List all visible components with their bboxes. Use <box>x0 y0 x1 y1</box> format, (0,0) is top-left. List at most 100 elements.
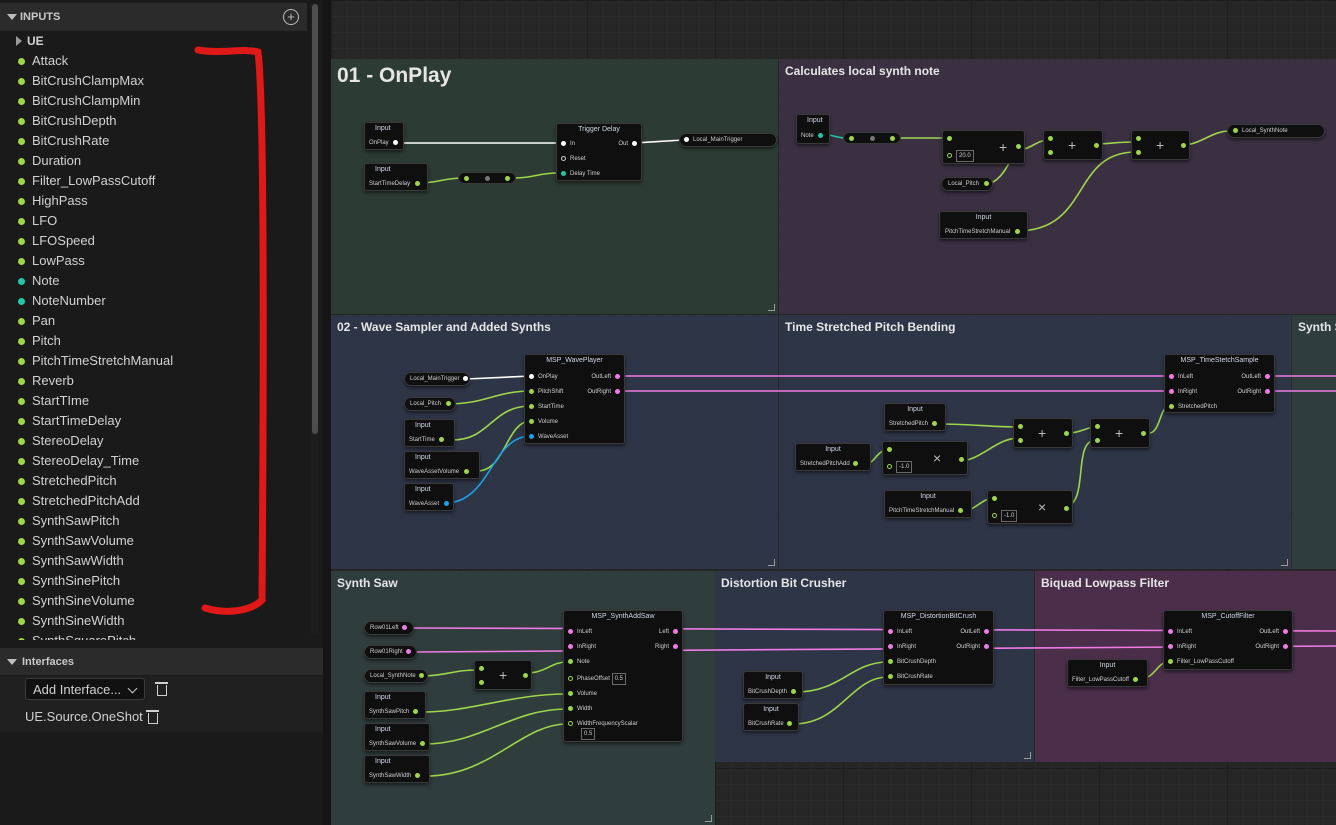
pin-out[interactable] <box>1060 504 1069 514</box>
pin-pitch-shift[interactable]: PitchShift <box>529 387 563 397</box>
input-item[interactable]: LFOSpeed <box>0 231 307 251</box>
pin-b[interactable]: 20.0 <box>947 150 974 162</box>
pin-out-left[interactable]: OutLeft <box>1259 627 1288 637</box>
convert-node[interactable] <box>843 132 901 144</box>
interfaces-section-header[interactable]: Interfaces <box>0 648 323 675</box>
input-item[interactable]: LFO <box>0 211 307 231</box>
pin-a[interactable] <box>887 445 896 455</box>
multiply-node[interactable]: -1.0 × <box>882 441 968 475</box>
trash-icon[interactable] <box>155 682 168 696</box>
pin-out[interactable] <box>1137 429 1146 439</box>
input-item[interactable]: SynthSineWidth <box>0 611 307 631</box>
pin-a[interactable] <box>1048 134 1057 144</box>
input-node-wave-asset-volume[interactable]: Input WaveAssetVolume <box>404 451 480 479</box>
pin-b[interactable]: -1.0 <box>887 461 913 473</box>
resize-grip-icon[interactable] <box>705 815 712 822</box>
local-pitch-getter[interactable]: Local_Pitch <box>404 397 456 411</box>
const-value[interactable]: 20.0 <box>956 150 974 162</box>
resize-grip-icon[interactable] <box>768 304 775 311</box>
input-item[interactable]: StereoDelay <box>0 431 307 451</box>
pin-filter-cutoff[interactable]: Filter_LowPassCutoff <box>1168 657 1234 667</box>
pin-synth-saw-volume[interactable]: SynthSawVolume <box>369 739 429 749</box>
input-item[interactable]: SynthSawVolume <box>0 531 307 551</box>
time-stretch-node[interactable]: MSP_TimeStetchSample InLeft InRight Stre… <box>1164 354 1275 413</box>
input-node-note[interactable]: Input Note <box>796 114 830 144</box>
pin-a[interactable] <box>479 664 488 674</box>
pin-a[interactable] <box>1136 134 1145 144</box>
pin-row01-right[interactable]: Row01Right <box>370 647 415 657</box>
input-node-synth-saw-volume[interactable]: Input SynthSawVolume <box>364 723 430 751</box>
input-node-pitch-time-stretch[interactable]: Input PitchTimeStretchManual <box>939 211 1028 239</box>
bitcrush-node[interactable]: MSP_DistortionBitCrush InLeft InRight Bi… <box>883 610 994 685</box>
pin-local-main-trigger[interactable]: Local_MainTrigger <box>410 374 472 384</box>
comment-synth-note[interactable]: Calculates local synth note <box>779 59 1336 314</box>
pin-volume[interactable]: Volume <box>568 689 597 699</box>
pin-start-time-delay[interactable]: StartTimeDelay <box>369 179 424 189</box>
input-item[interactable]: NoteNumber <box>0 291 307 311</box>
input-node-bitcrush-rate[interactable]: Input BitCrushRate <box>743 703 799 731</box>
pin-start-time[interactable]: StartTime <box>409 435 448 445</box>
pin-b[interactable] <box>1048 148 1057 158</box>
add-node[interactable]: + <box>1043 130 1103 160</box>
input-item[interactable]: PitchTimeStretchManual <box>0 351 307 371</box>
row01-right-getter[interactable]: Row01Right <box>364 645 417 659</box>
const-value[interactable]: 0.5 <box>611 673 626 685</box>
pin-out[interactable]: Out <box>618 139 637 149</box>
input-node-stretched-pitch-add[interactable]: Input StretchedPitchAdd <box>795 443 871 471</box>
local-main-trigger-getter[interactable]: Local_MainTrigger <box>404 372 470 386</box>
pin-in-right[interactable]: InRight <box>1168 642 1196 652</box>
comment-synth-sine[interactable]: Synth S <box>1292 315 1336 569</box>
input-item[interactable]: SynthSineVolume <box>0 591 307 611</box>
input-node-start-time[interactable]: Input StartTime <box>404 419 455 447</box>
input-item[interactable]: SynthSinePitch <box>0 571 307 591</box>
input-node-start-time-delay[interactable]: Input StartTimeDelay <box>364 163 428 191</box>
input-item[interactable]: StartTIme <box>0 391 307 411</box>
inputs-list[interactable]: UE Attack BitCrushClampMax BitCrushClampMi… <box>0 31 307 640</box>
pin-stretched-pitch[interactable]: StretchedPitch <box>1169 402 1217 412</box>
pin-wave-asset-volume[interactable]: WaveAssetVolume <box>409 467 473 477</box>
add-node[interactable]: 20.0 + <box>942 130 1025 164</box>
add-input-icon[interactable]: + <box>283 9 299 25</box>
pin-out[interactable] <box>1060 429 1069 439</box>
pin-local-pitch[interactable]: Local_Pitch <box>948 179 993 189</box>
input-item[interactable]: SynthSawPitch <box>0 511 307 531</box>
multiply-node[interactable]: -1.0 × <box>987 490 1073 524</box>
pin-width[interactable]: Width <box>568 704 592 714</box>
input-item[interactable]: SynthSawWidth <box>0 551 307 571</box>
input-item[interactable]: Filter_LowPassCutoff <box>0 171 307 191</box>
input-group-ue[interactable]: UE <box>0 31 307 51</box>
pin-out[interactable] <box>1177 141 1186 151</box>
pin-bitcrush-rate[interactable]: BitCrushRate <box>888 672 933 682</box>
pin-b[interactable] <box>1136 148 1145 158</box>
pin-synth-saw-width[interactable]: SynthSawWidth <box>369 771 424 781</box>
pin-in-left[interactable]: InLeft <box>1168 627 1192 637</box>
pin-a[interactable] <box>992 494 1001 504</box>
resize-grip-icon[interactable] <box>768 559 775 566</box>
pin-in-left[interactable]: InLeft <box>1169 372 1193 382</box>
input-item[interactable]: SynthSquarePitch <box>0 631 307 640</box>
input-node-filter-cutoff[interactable]: Input Filter_LowPassCutoff <box>1067 659 1148 687</box>
input-item[interactable]: StartTimeDelay <box>0 411 307 431</box>
pin-synth-saw-pitch[interactable]: SynthSawPitch <box>369 707 422 717</box>
add-node[interactable]: + <box>1013 418 1073 448</box>
pin-out-left[interactable]: OutLeft <box>1241 372 1270 382</box>
pin-local-synth-note[interactable]: Local_SynthNote <box>1233 126 1288 136</box>
input-node-onplay[interactable]: Input OnPlay <box>364 122 404 150</box>
pin-out-right[interactable]: OutRight <box>587 387 620 397</box>
pin-in-right[interactable]: InRight <box>888 642 916 652</box>
pin-delay-time[interactable]: Delay Time <box>561 169 600 179</box>
resize-grip-icon[interactable] <box>1024 752 1031 759</box>
add-node[interactable]: + <box>474 660 532 690</box>
pin-in-right[interactable]: InRight <box>568 642 596 652</box>
pin-bitcrush-rate[interactable]: BitCrushRate <box>748 719 796 729</box>
pin-a[interactable] <box>947 134 956 144</box>
input-item[interactable]: StereoDelay_Time <box>0 451 307 471</box>
const-value[interactable]: -1.0 <box>896 461 913 473</box>
pin-a[interactable] <box>1018 422 1027 432</box>
input-item[interactable]: BitCrushClampMax <box>0 71 307 91</box>
pin-filter-cutoff[interactable]: Filter_LowPassCutoff <box>1072 675 1142 685</box>
pin-b[interactable] <box>1095 436 1104 446</box>
inputs-section-header[interactable]: INPUTS + <box>0 3 307 31</box>
input-node-stretched-pitch[interactable]: Input StretchedPitch <box>884 403 946 431</box>
pin-in-left[interactable]: InLeft <box>888 627 912 637</box>
